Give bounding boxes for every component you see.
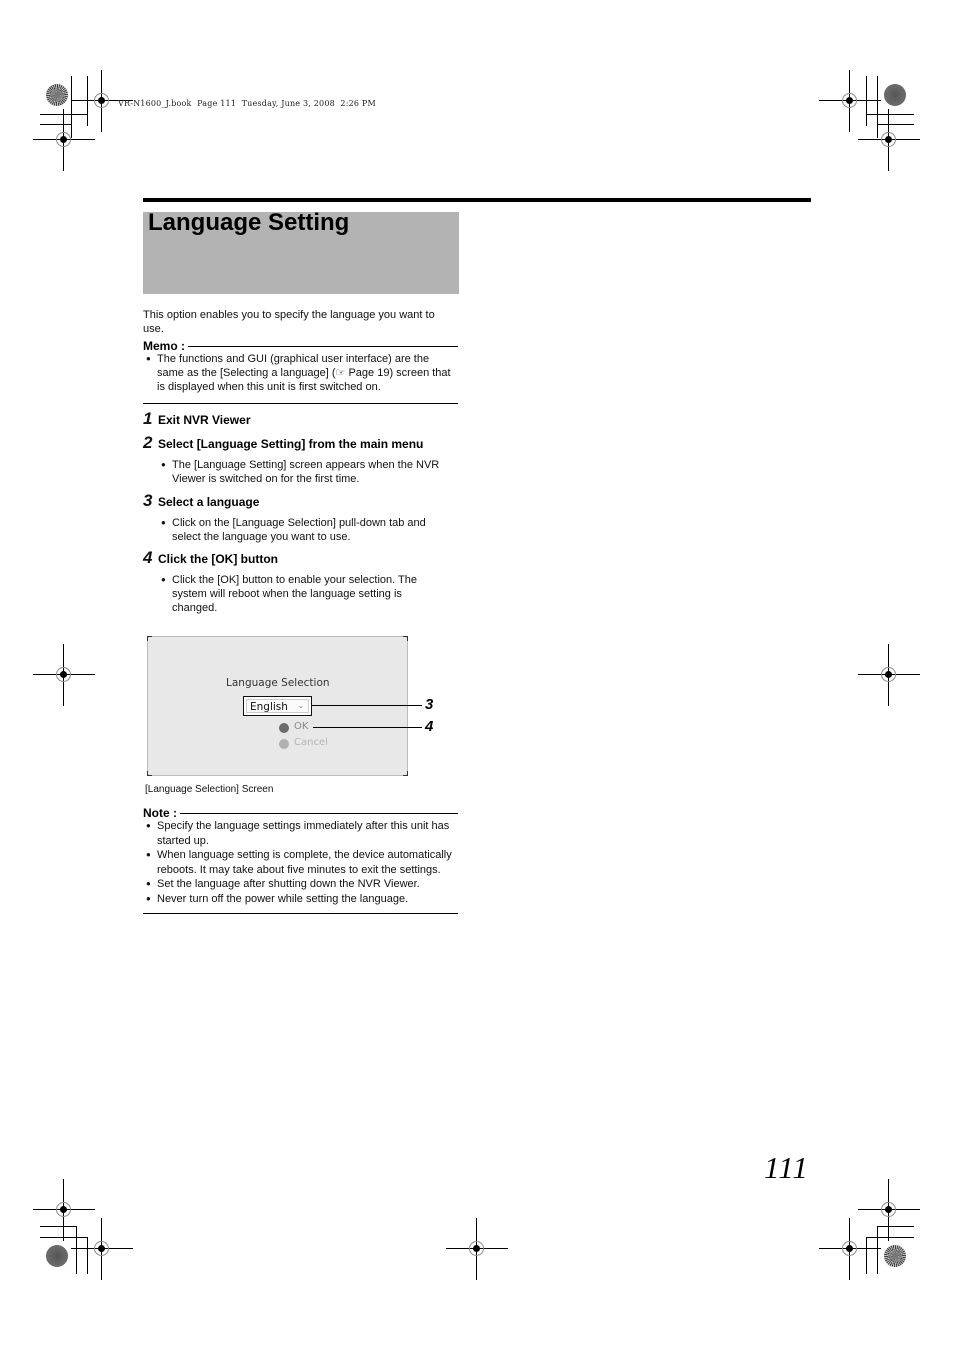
frame-corner <box>147 636 152 641</box>
color-bar-icon <box>884 1245 906 1267</box>
note-rule <box>143 813 458 814</box>
frame-corner <box>147 771 152 776</box>
step-title: Click the [OK] button <box>158 552 278 566</box>
step-number: 2 <box>143 433 153 452</box>
memo-header: Memo : <box>143 337 458 353</box>
cancel-button[interactable]: Cancel <box>294 737 328 748</box>
memo-bottom-rule <box>143 403 458 404</box>
page-number: 111 <box>764 1150 809 1185</box>
step-bullets: The [Language Setting] screen appears wh… <box>158 458 458 486</box>
ok-button[interactable]: OK <box>294 721 308 732</box>
step-4: 4 Click the [OK] button Click the [OK] bu… <box>143 548 463 615</box>
dropdown-value: English <box>250 701 288 713</box>
callout-line-4 <box>313 727 422 728</box>
screenshot-caption: [Language Selection] Screen <box>145 784 274 795</box>
step-1: 1 Exit NVR Viewer <box>143 409 250 429</box>
memo-rule <box>143 346 458 347</box>
language-selection-label: Language Selection <box>226 677 330 689</box>
memo-item: The functions and GUI (graphical user in… <box>143 352 453 394</box>
color-bar-icon <box>46 1245 68 1267</box>
frame-corner <box>403 636 408 641</box>
section-top-rule <box>143 198 811 202</box>
note-bottom-rule <box>143 913 458 914</box>
note-header: Note : <box>143 804 458 820</box>
crop-line <box>877 1226 914 1227</box>
note-item: When language setting is complete, the d… <box>143 848 453 877</box>
step-title: Exit NVR Viewer <box>158 413 251 427</box>
step-2: 2 Select [Language Setting] from the main… <box>143 433 463 486</box>
ok-radio-icon[interactable] <box>279 723 289 733</box>
frame-corner <box>403 771 408 776</box>
callout-line-3 <box>312 705 422 706</box>
note-list: Specify the language settings immediatel… <box>143 819 453 906</box>
registration-mark-icon <box>33 109 95 171</box>
step-bullets: Click the [OK] button to enable your sel… <box>158 573 443 615</box>
registration-mark-icon <box>819 1218 881 1280</box>
note-item: Specify the language settings immediatel… <box>143 819 453 848</box>
page-title: Language Setting <box>148 209 350 236</box>
step-bullet: The [Language Setting] screen appears wh… <box>158 458 458 486</box>
step-bullet: Click on the [Language Selection] pull-d… <box>158 516 448 544</box>
memo-list: The functions and GUI (graphical user in… <box>143 352 453 394</box>
cancel-radio-icon[interactable] <box>279 739 289 749</box>
registration-mark-icon <box>858 109 920 171</box>
color-bar-icon <box>46 84 68 106</box>
memo-label: Memo : <box>143 339 188 353</box>
registration-mark-icon <box>33 644 95 706</box>
callout-number-3: 3 <box>425 696 434 713</box>
step-title: Select [Language Setting] from the main … <box>158 437 424 451</box>
dropdown-field: English ⌄ <box>246 699 309 713</box>
step-number: 4 <box>143 548 153 567</box>
step-number: 3 <box>143 491 153 510</box>
color-bar-icon <box>884 84 906 106</box>
language-dropdown[interactable]: English ⌄ <box>243 696 312 716</box>
registration-mark-icon <box>71 1218 133 1280</box>
step-bullet: Click the [OK] button to enable your sel… <box>158 573 443 615</box>
note-label: Note : <box>143 806 180 820</box>
registration-mark-icon <box>446 1218 508 1280</box>
print-header: VR-N1600_J.book Page 111 Tuesday, June 3… <box>118 99 376 108</box>
step-title: Select a language <box>158 495 260 509</box>
note-item: Never turn off the power while setting t… <box>143 892 453 907</box>
registration-mark-icon <box>858 644 920 706</box>
callout-number-4: 4 <box>425 718 434 735</box>
note-box: Note : Specify the language settings imm… <box>143 804 458 914</box>
step-number: 1 <box>143 409 153 428</box>
step-3: 3 Select a language Click on the [Languag… <box>143 491 463 544</box>
intro-paragraph: This option enables you to specify the l… <box>143 309 435 335</box>
chevron-down-icon: ⌄ <box>297 701 305 710</box>
note-item: Set the language after shutting down the… <box>143 877 453 892</box>
memo-box: Memo : The functions and GUI (graphical … <box>143 337 458 404</box>
step-bullets: Click on the [Language Selection] pull-d… <box>158 516 448 544</box>
